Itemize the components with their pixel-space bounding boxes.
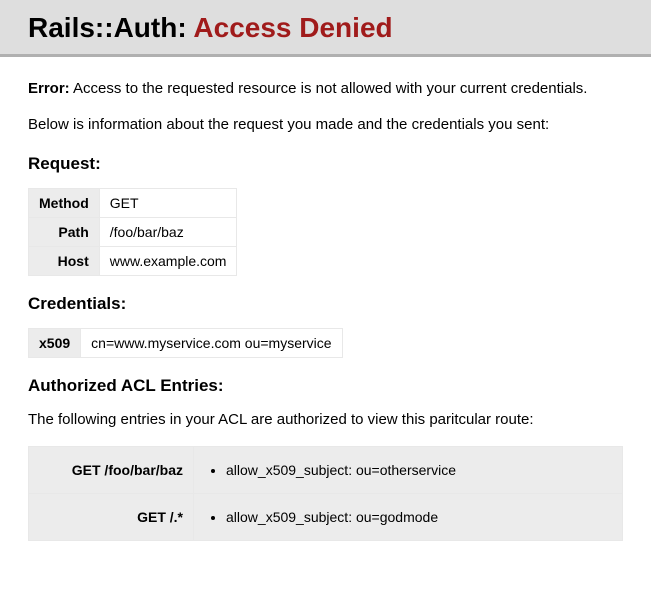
title-prefix: Rails::Auth: xyxy=(28,12,187,43)
request-row-label: Host xyxy=(29,246,100,275)
request-row-value: www.example.com xyxy=(99,246,237,275)
error-line: Error: Access to the requested resource … xyxy=(28,79,623,99)
acl-intro: The following entries in your ACL are au… xyxy=(28,410,623,430)
request-table: MethodGETPath/foo/bar/bazHostwww.example… xyxy=(28,188,237,276)
request-row-label: Method xyxy=(29,188,100,217)
page-header: Rails::Auth: Access Denied xyxy=(0,0,651,57)
table-row: GET /foo/bar/baz allow_x509_subject: ou=o… xyxy=(29,446,623,493)
error-label: Error: xyxy=(28,80,70,97)
acl-rules-list: allow_x509_subject: ou=godmode xyxy=(204,508,612,526)
credentials-heading: Credentials: xyxy=(28,294,623,314)
acl-heading: Authorized ACL Entries: xyxy=(28,376,623,396)
credentials-table: x509cn=www.myservice.com ou=myservice xyxy=(28,328,343,358)
page-title: Rails::Auth: Access Denied xyxy=(28,12,623,44)
title-error: Access Denied xyxy=(193,12,392,43)
acl-route: GET /.* xyxy=(29,493,194,540)
table-row: MethodGET xyxy=(29,188,237,217)
acl-rule: allow_x509_subject: ou=godmode xyxy=(226,508,612,526)
acl-rule: allow_x509_subject: ou=otherservice xyxy=(226,461,612,479)
intro-text: Below is information about the request y… xyxy=(28,115,623,135)
request-row-value: /foo/bar/baz xyxy=(99,217,237,246)
request-heading: Request: xyxy=(28,154,623,174)
acl-table: GET /foo/bar/baz allow_x509_subject: ou=o… xyxy=(28,446,623,541)
credentials-row-label: x509 xyxy=(29,328,81,357)
acl-route: GET /foo/bar/baz xyxy=(29,446,194,493)
table-row: Hostwww.example.com xyxy=(29,246,237,275)
acl-rules-list: allow_x509_subject: ou=otherservice xyxy=(204,461,612,479)
request-row-value: GET xyxy=(99,188,237,217)
main-content: Error: Access to the requested resource … xyxy=(0,57,651,561)
acl-rules-cell: allow_x509_subject: ou=otherservice xyxy=(194,446,623,493)
table-row: GET /.* allow_x509_subject: ou=godmode xyxy=(29,493,623,540)
request-row-label: Path xyxy=(29,217,100,246)
credentials-row-value: cn=www.myservice.com ou=myservice xyxy=(81,328,342,357)
table-row: x509cn=www.myservice.com ou=myservice xyxy=(29,328,343,357)
table-row: Path/foo/bar/baz xyxy=(29,217,237,246)
acl-rules-cell: allow_x509_subject: ou=godmode xyxy=(194,493,623,540)
error-message: Access to the requested resource is not … xyxy=(73,80,587,97)
